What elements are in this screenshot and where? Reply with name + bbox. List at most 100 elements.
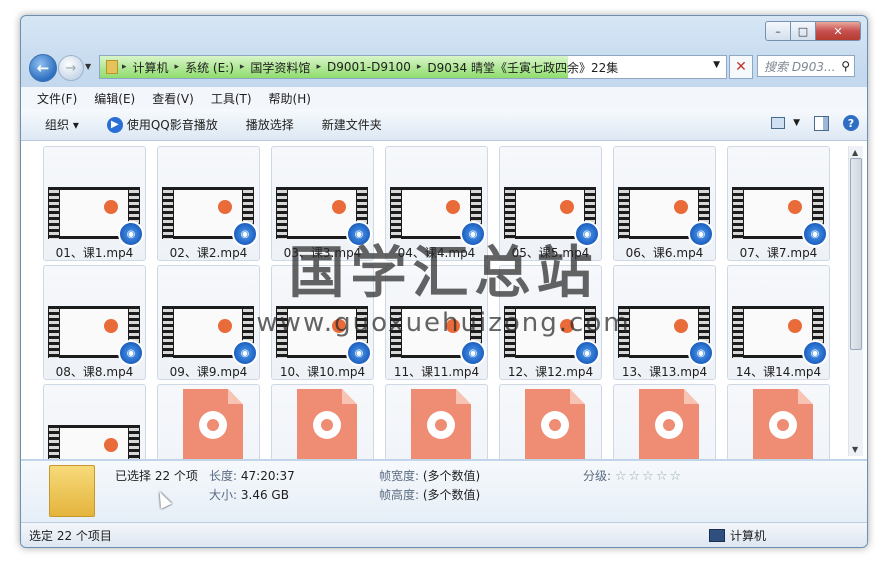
menu-tools[interactable]: 工具(T) [211,90,252,107]
frame-height-value: (多个数值) [422,488,481,502]
frame-height-label: 帧高度: [379,488,420,502]
menu-edit[interactable]: 编辑(E) [94,90,135,107]
length-value: 47:20:37 [240,469,295,483]
preview-pane-icon[interactable] [814,115,829,131]
file-name: 04、课4.mp4 [397,246,476,260]
search-input[interactable]: 搜索 D903... ⚲ [757,55,855,77]
play-selection-label: 播放选择 [245,118,294,132]
file-name: 13、课13.mp4 [621,365,708,379]
vertical-scrollbar[interactable]: ▲ ▼ [848,146,863,456]
scrollbar-thumb[interactable] [850,158,862,350]
file-item[interactable]: ◉ 10、课10.mp4 [271,265,374,380]
video-thumbnail: ◉ [504,187,600,247]
breadcrumb-drive[interactable]: 系统 (E:) [185,59,234,76]
command-bar: 组织 ▾ ▶ 使用QQ影音播放 播放选择 新建文件夹 ▼ ? [21,109,867,141]
file-item[interactable]: ◉ [43,384,146,459]
menu-help[interactable]: 帮助(H) [269,90,311,107]
help-icon[interactable]: ? [843,115,859,131]
scroll-down-icon[interactable]: ▼ [852,445,858,454]
status-location-label: 计算机 [730,528,767,543]
search-icon[interactable]: ⚲ [841,59,850,73]
video-thumbnail: ◉ [276,187,372,247]
media-file-icon [183,389,243,459]
file-item[interactable] [499,384,602,459]
file-name: 10、课10.mp4 [279,365,366,379]
organize-button[interactable]: 组织 ▾ [45,116,79,133]
address-dropdown-icon[interactable]: ▼ [713,60,720,70]
video-thumbnail: ◉ [162,306,258,366]
media-file-icon [297,389,357,459]
breadcrumb-separator-icon[interactable]: ▸ [316,62,321,72]
length-row: 长度: 47:20:37 [209,467,295,484]
file-item[interactable] [157,384,260,459]
breadcrumb-separator-icon[interactable]: ▸ [417,62,422,72]
breadcrumb-separator-icon[interactable]: ▸ [122,62,127,72]
breadcrumb-separator-icon[interactable]: ▸ [240,62,245,72]
file-name: 11、课11.mp4 [393,365,480,379]
breadcrumb-separator-icon[interactable]: ▸ [175,62,180,72]
recent-pages-chevron-icon[interactable]: ▼ [85,62,91,71]
file-item[interactable] [613,384,716,459]
qq-player-icon: ▶ [106,116,123,133]
menu-view[interactable]: 查看(V) [152,90,194,107]
close-button[interactable]: ✕ [816,21,861,41]
file-item[interactable]: ◉ 09、课9.mp4 [157,265,260,380]
view-options-chevron-icon[interactable]: ▼ [793,118,800,128]
file-item[interactable]: ◉ 07、课7.mp4 [727,146,830,261]
back-button[interactable]: ← [29,54,57,82]
file-name: 07、课7.mp4 [739,246,818,260]
status-location: 计算机 [709,527,766,544]
file-name: 12、课12.mp4 [507,365,594,379]
rating-stars[interactable]: ☆☆☆☆☆ [615,469,683,484]
file-item[interactable] [727,384,830,459]
computer-icon [709,528,725,542]
file-item[interactable]: ◉ 13、课13.mp4 [613,265,716,380]
scroll-up-icon[interactable]: ▲ [852,148,858,157]
file-name: 09、课9.mp4 [169,365,248,379]
play-with-qq-button[interactable]: ▶ 使用QQ影音播放 [106,116,218,133]
video-thumbnail: ◉ [504,306,600,366]
file-item[interactable] [385,384,488,459]
minimize-button[interactable]: – [765,21,791,41]
length-label: 长度: [209,469,238,483]
size-value: 3.46 GB [240,488,289,502]
file-item[interactable]: ◉ 04、课4.mp4 [385,146,488,261]
frame-width-label: 帧宽度: [379,469,420,483]
change-view-icon[interactable] [771,117,786,129]
media-file-icon [525,389,585,459]
maximize-button[interactable]: □ [791,21,816,41]
frame-width-row: 帧宽度: (多个数值) [379,467,480,484]
new-folder-label: 新建文件夹 [321,118,382,132]
new-folder-button[interactable]: 新建文件夹 [322,116,382,133]
breadcrumb-folder-library[interactable]: 国学资料馆 [250,59,310,76]
file-item[interactable]: ◉ 12、课12.mp4 [499,265,602,380]
breadcrumb-folder-range[interactable]: D9001-D9100 [327,60,411,74]
address-bar[interactable]: ▸ 计算机 ▸ 系统 (E:) ▸ 国学资料馆 ▸ D9001-D9100 ▸ … [99,55,727,79]
file-item[interactable]: ◉ 01、课1.mp4 [43,146,146,261]
play-qq-label: 使用QQ影音播放 [126,118,218,132]
stop-icon[interactable]: ✕ [729,55,753,79]
forward-button[interactable]: → [58,55,84,81]
file-item[interactable]: ◉ 06、课6.mp4 [613,146,716,261]
file-item[interactable]: ◉ 08、课8.mp4 [43,265,146,380]
video-thumbnail: ◉ [48,187,144,247]
video-thumbnail: ◉ [618,306,714,366]
file-item[interactable]: ◉ 05、课5.mp4 [499,146,602,261]
file-item[interactable] [271,384,374,459]
file-list[interactable]: ◉ 01、课1.mp4 ◉ 02、课2.mp4 ◉ 03、课3.mp4 ◉ 04、课4.mp4… [21,141,867,459]
media-file-icon [639,389,699,459]
breadcrumb-computer[interactable]: 计算机 [133,59,169,76]
file-item[interactable]: ◉ 03、课3.mp4 [271,146,374,261]
play-selection-button[interactable]: 播放选择 [246,116,294,133]
file-item[interactable]: ◉ 02、课2.mp4 [157,146,260,261]
video-thumbnail: ◉ [162,187,258,247]
file-item[interactable]: ◉ 14、课14.mp4 [727,265,830,380]
explorer-window: – □ ✕ ← → ▼ ▸ 计算机 ▸ 系统 (E:) ▸ 国学资料馆 ▸ D9… [20,15,868,548]
size-label: 大小: [209,488,238,502]
breadcrumb-folder-current[interactable]: D9034 晴堂《壬寅七政四余》22集 [427,59,618,76]
rating-row: 分级: ☆☆☆☆☆ [583,467,683,484]
file-item[interactable]: ◉ 11、课11.mp4 [385,265,488,380]
menu-file[interactable]: 文件(F) [37,90,77,107]
file-name: 01、课1.mp4 [55,246,134,260]
status-bar: 选定 22 个项目 计算机 [21,522,867,547]
